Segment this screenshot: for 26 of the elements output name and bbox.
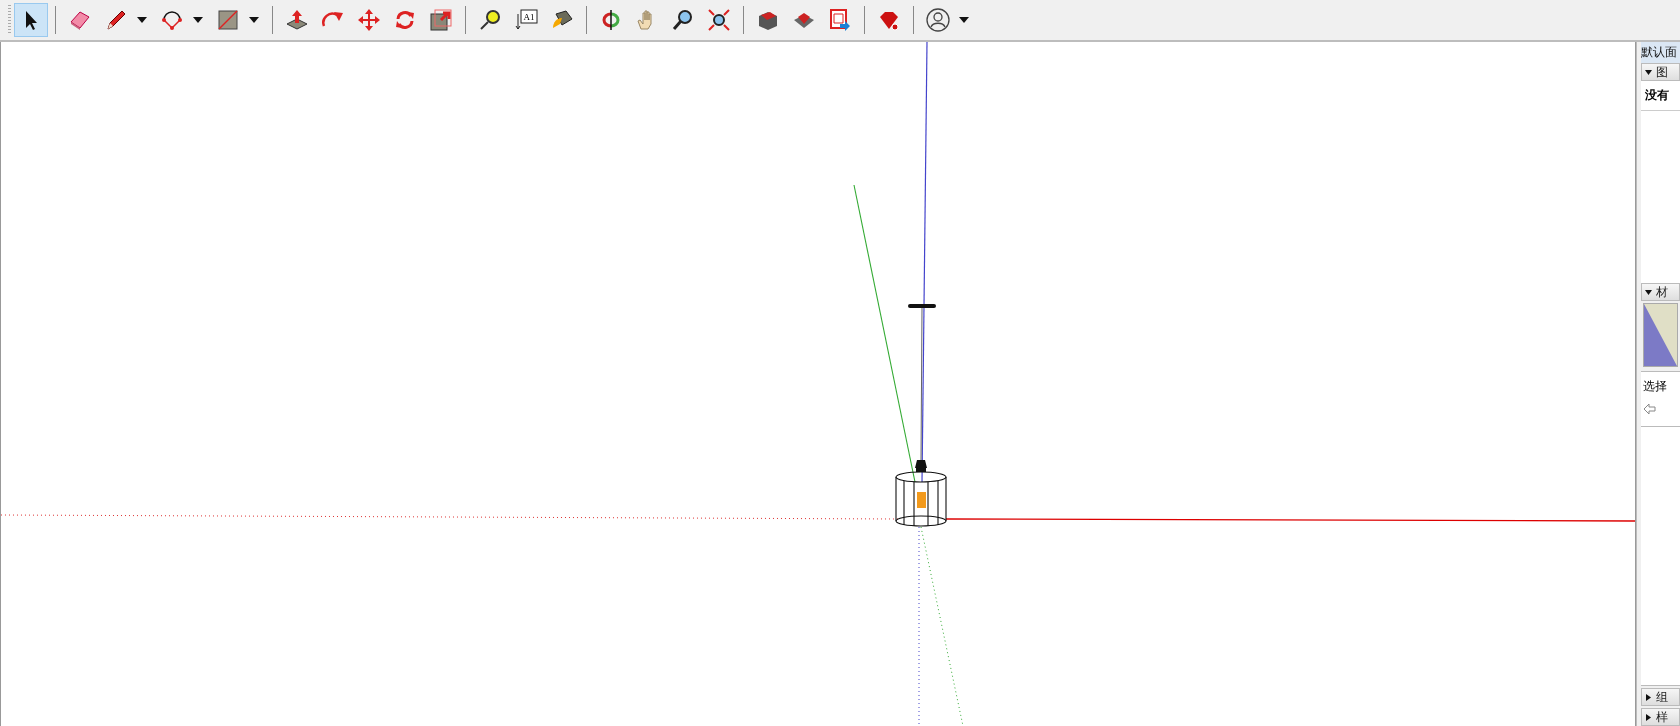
move-arrows-icon bbox=[357, 8, 381, 32]
panel-header[interactable]: 样 bbox=[1641, 708, 1680, 726]
panel-header[interactable]: 组 bbox=[1641, 688, 1680, 706]
tray-title: 默认面 bbox=[1641, 42, 1680, 63]
scale-box-icon bbox=[429, 8, 453, 32]
magnifier-icon bbox=[671, 8, 695, 32]
caret-icon bbox=[137, 17, 147, 23]
caret-icon bbox=[959, 17, 969, 23]
arc-icon bbox=[160, 8, 184, 32]
push-pull-icon bbox=[285, 8, 309, 32]
panel-header[interactable]: 图 bbox=[1641, 63, 1680, 81]
panel-header[interactable]: 材 bbox=[1641, 283, 1680, 301]
rectangle-icon bbox=[216, 8, 240, 32]
rotate-arrows-icon bbox=[393, 8, 417, 32]
tape-measure-icon bbox=[478, 8, 502, 32]
tool-button[interactable] bbox=[14, 3, 48, 37]
material-swatch[interactable] bbox=[1643, 303, 1678, 367]
zoom-extents-icon bbox=[707, 8, 731, 32]
selection-info-text: 没有 bbox=[1641, 81, 1680, 111]
back-arrow-icon[interactable] bbox=[1643, 403, 1656, 415]
caret-icon bbox=[193, 17, 203, 23]
document-arrow-icon bbox=[828, 8, 852, 32]
user-icon bbox=[926, 8, 950, 32]
pencil-icon bbox=[104, 8, 128, 32]
select-tab[interactable]: 选择 bbox=[1641, 371, 1680, 399]
caret-icon bbox=[249, 17, 259, 23]
